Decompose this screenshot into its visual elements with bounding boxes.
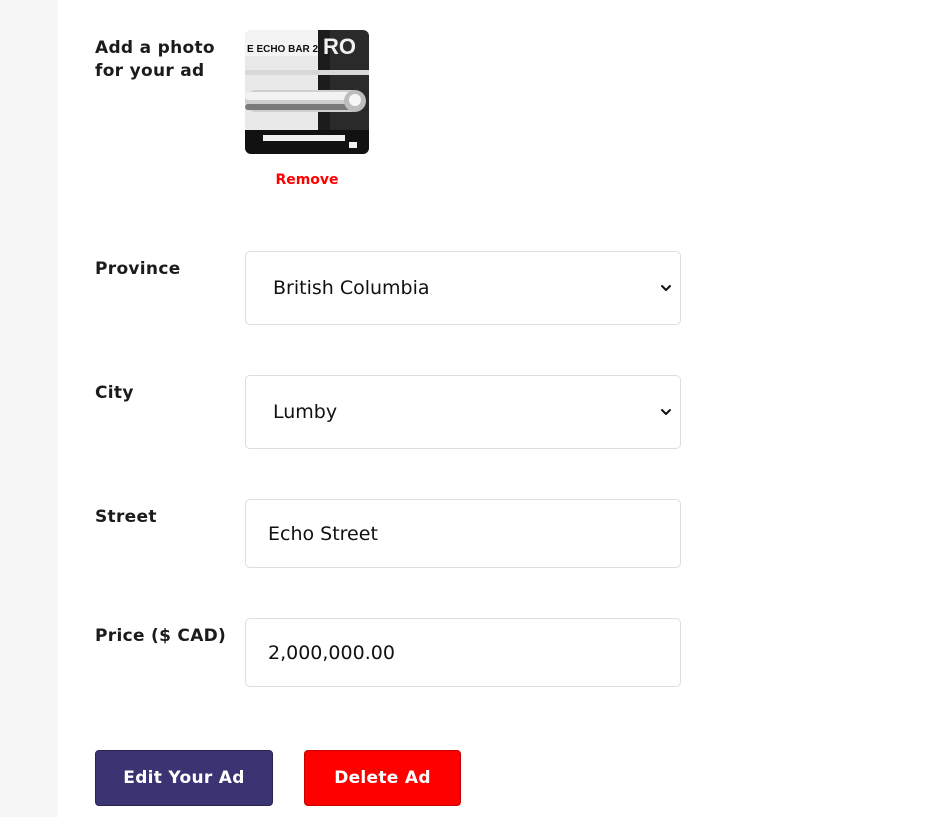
ad-photo-thumbnail[interactable]: E ECHO BAR 2.0 RO [245, 30, 369, 154]
photo-label: Add a photo for your ad [95, 38, 215, 81]
province-selected-value: British Columbia [273, 277, 430, 299]
remove-photo-link[interactable]: Remove [245, 172, 369, 188]
province-select[interactable]: British Columbia [245, 251, 681, 325]
province-label: Province [95, 259, 181, 279]
city-selected-value: Lumby [273, 401, 338, 423]
price-label: Price ($ CAD) [95, 626, 227, 646]
delete-ad-button[interactable]: Delete Ad [304, 750, 461, 806]
svg-text:RO: RO [323, 34, 356, 59]
chevron-down-icon [661, 409, 671, 415]
ad-photo-caption: E ECHO BAR 2.0 [247, 44, 327, 55]
city-label: City [95, 383, 134, 403]
chevron-down-icon [661, 285, 671, 291]
edit-ad-button[interactable]: Edit Your Ad [95, 750, 273, 806]
street-label: Street [95, 507, 157, 527]
left-sidebar-strip [0, 0, 58, 817]
price-value: 2,000,000.00 [268, 641, 395, 664]
street-value: Echo Street [268, 522, 378, 545]
price-input[interactable]: 2,000,000.00 [245, 618, 681, 687]
city-select[interactable]: Lumby [245, 375, 681, 449]
ad-photo-image: E ECHO BAR 2.0 RO [245, 30, 369, 154]
edit-ad-form: Add a photo for your ad E ECHO BAR 2.0 R… [58, 0, 941, 817]
street-input[interactable]: Echo Street [245, 499, 681, 568]
